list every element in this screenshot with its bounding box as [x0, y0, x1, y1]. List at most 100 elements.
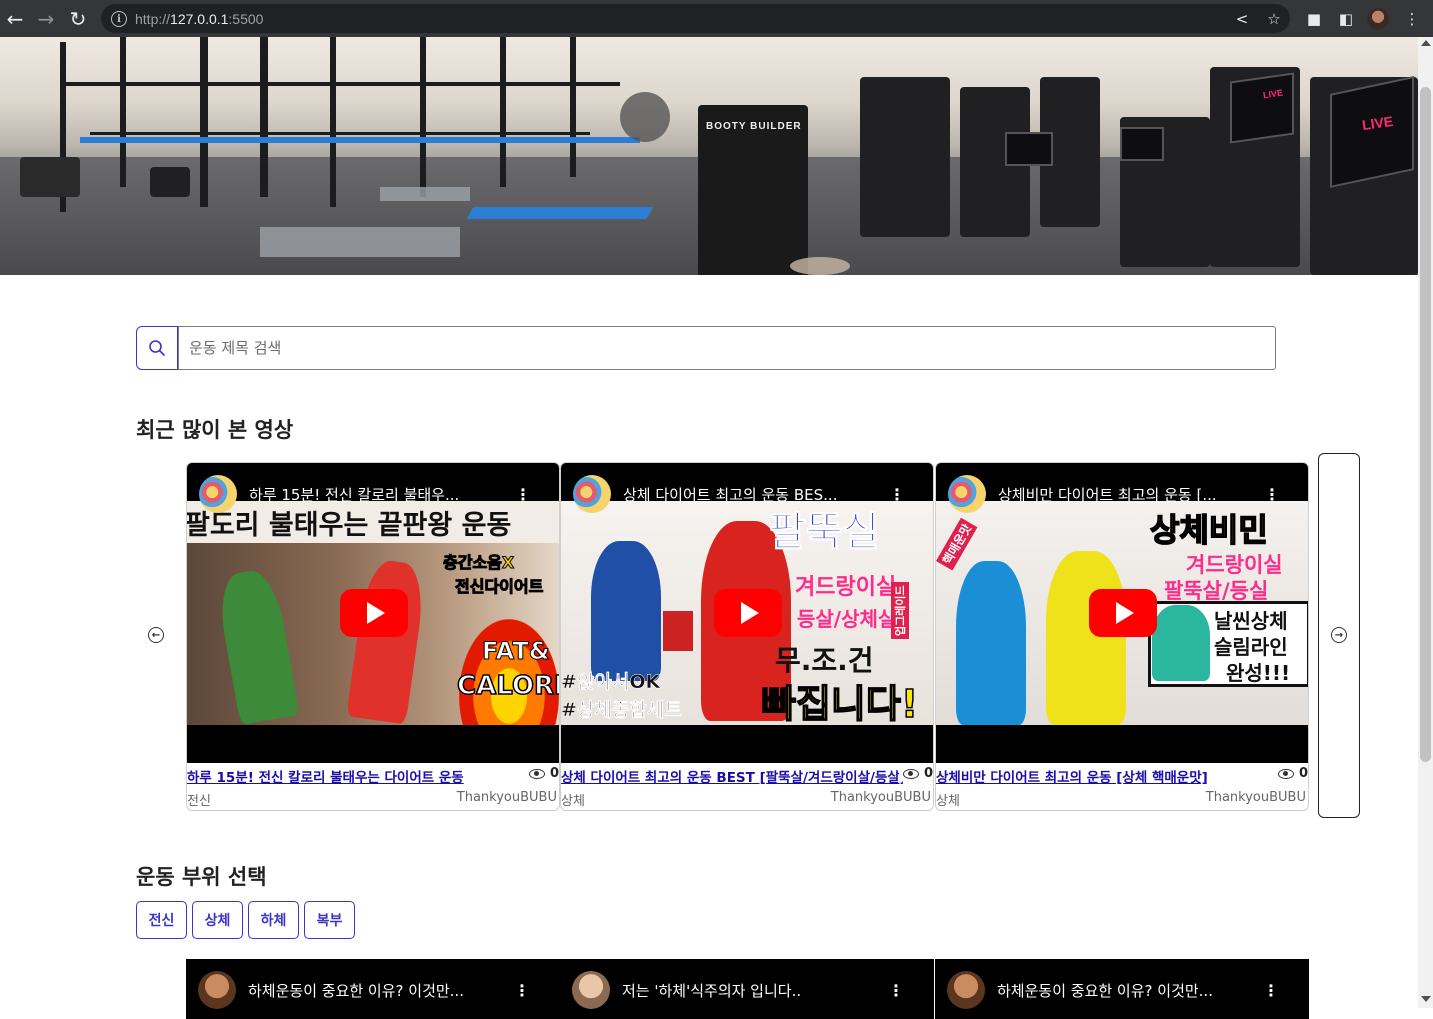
player-header: 상체비만 다이어트 최고의 운동 [... ⋮ [936, 475, 1308, 513]
video-title-link[interactable]: 하루 15분! 전신 칼로리 불태우는 다이어트 운동 [187, 766, 529, 786]
channel-avatar[interactable] [947, 971, 985, 1009]
video-card[interactable]: 하체운동이 중요한 이유? 이것만... ⋮ [935, 959, 1309, 1019]
play-button-icon[interactable] [1089, 589, 1157, 637]
address-bar[interactable]: i http://127.0.0.1:5500 [101, 4, 1290, 33]
more-options-icon[interactable]: ⋮ [889, 485, 905, 504]
view-count: 0 [524, 766, 559, 781]
address-url: http://127.0.0.1:5500 [135, 11, 263, 27]
hero-floor-mat [260, 227, 460, 257]
video-card[interactable]: 하루 15분! 전신 칼로리 불태우... ⋮ 팔도리 불태우는 끝판왕 운동 … [186, 462, 560, 811]
browser-menu-icon[interactable]: ⋮ [1396, 3, 1428, 35]
video-category: 상체 [936, 794, 960, 809]
player-title[interactable]: 저는 '하체'식주의자 입니다.. [622, 980, 872, 1001]
view-count-value: 0 [923, 766, 933, 781]
thumb-text: 핵매운맛 [936, 517, 978, 571]
view-count-value: 0 [1298, 766, 1308, 781]
more-options-icon[interactable]: ⋮ [514, 981, 530, 1000]
thumb-text: 층간소음X [442, 553, 515, 573]
channel-avatar[interactable] [199, 475, 237, 513]
extensions-icon[interactable]: ■ [1298, 3, 1330, 35]
player-header: 하체운동이 중요한 이유? 이것만... ⋮ [935, 971, 1309, 1009]
player-header: 하체운동이 중요한 이유? 이것만... ⋮ [186, 971, 560, 1009]
body-part-button-fullbody[interactable]: 전신 [136, 901, 187, 939]
channel-avatar[interactable] [198, 971, 236, 1009]
player-title[interactable]: 상체 다이어트 최고의 운동 BES... [623, 484, 873, 505]
player-header: 저는 '하체'식주의자 입니다.. ⋮ [560, 971, 934, 1009]
play-button-icon[interactable] [714, 589, 782, 637]
more-options-icon[interactable]: ⋮ [1264, 485, 1280, 504]
back-icon[interactable]: ← [0, 3, 30, 35]
section-title-popular: 최근 많이 본 영상 [136, 418, 294, 442]
url-scheme: http:// [135, 10, 171, 27]
thumb-person [956, 561, 1026, 725]
channel-avatar[interactable] [572, 971, 610, 1009]
carousel-next-icon[interactable]: → [1331, 627, 1347, 643]
hero-rack [420, 37, 426, 197]
body-part-button-abs[interactable]: 복부 [304, 901, 355, 939]
video-card[interactable]: 저는 '하체'식주의자 입니다.. ⋮ [560, 959, 934, 1019]
video-card[interactable]: 하체운동이 중요한 이유? 이것만... ⋮ [186, 959, 560, 1019]
more-options-icon[interactable]: ⋮ [888, 981, 904, 1000]
profile-avatar[interactable] [1362, 3, 1394, 35]
thumb-text: 전신다이어트 [454, 577, 544, 597]
thumb-person [1152, 605, 1210, 681]
browser-toolbar: ← → ↻ i http://127.0.0.1:5500 < ☆ ■ ◧ ⋮ [0, 0, 1433, 37]
player-title[interactable]: 하루 15분! 전신 칼로리 불태우... [249, 484, 499, 505]
play-button-icon[interactable] [340, 589, 408, 637]
youtube-player[interactable]: 상체 다이어트 최고의 운동 BES... ⋮ 팔뚝실 겨드랑이실 등살/상체실… [561, 463, 933, 763]
video-title-link[interactable]: 상체비만 다이어트 최고의 운동 [상체 핵매운맛] [936, 766, 1278, 786]
player-title[interactable]: 하체운동이 중요한 이유? 이것만... [997, 980, 1247, 1001]
thumb-text: 등살/상체실 [797, 607, 897, 631]
carousel-prev-icon[interactable]: ← [148, 627, 164, 643]
hero-floor-mat [380, 187, 470, 201]
channel-avatar[interactable] [948, 475, 986, 513]
body-part-button-lower[interactable]: 하체 [248, 901, 299, 939]
more-options-icon[interactable]: ⋮ [515, 485, 531, 504]
hero-rack-bar [60, 82, 620, 86]
hero-gym-banner: BOOTY BUILDER LIVE LIVE [0, 37, 1418, 275]
body-part-button-upper[interactable]: 상체 [192, 901, 243, 939]
video-card[interactable]: 상체 다이어트 최고의 운동 BES... ⋮ 팔뚝실 겨드랑이실 등살/상체실… [560, 462, 934, 811]
bookmark-star-icon[interactable]: ☆ [1258, 3, 1290, 35]
side-panel-icon[interactable]: ◧ [1330, 3, 1362, 35]
thumb-person [1046, 551, 1126, 725]
youtube-player[interactable]: 상체비만 다이어트 최고의 운동 [... ⋮ 핵매운맛 상체비민 겨드랑이실 … [936, 463, 1308, 763]
channel-avatar[interactable] [573, 475, 611, 513]
hero-rack [260, 37, 268, 197]
video-card[interactable]: 상체비만 다이어트 최고의 운동 [... ⋮ 핵매운맛 상체비민 겨드랑이실 … [935, 462, 1309, 811]
scroll-up-arrow-icon[interactable] [1421, 40, 1431, 46]
hero-machine [860, 77, 950, 237]
view-count: 0 [898, 766, 933, 781]
thumb-text: 겨드랑이실 [795, 575, 897, 600]
share-icon[interactable]: < [1226, 3, 1258, 35]
player-title[interactable]: 상체비만 다이어트 최고의 운동 [... [998, 484, 1248, 505]
hero-blue-stripe [80, 137, 640, 143]
hero-weight-plate [620, 92, 670, 142]
hero-console-screen [1230, 72, 1294, 144]
forward-icon[interactable]: → [30, 3, 62, 35]
view-count: 0 [1273, 766, 1308, 781]
video-channel: ThankyouBUBU [830, 790, 931, 805]
hero-console-screen [1120, 127, 1164, 161]
url-port: :5500 [228, 10, 264, 27]
hero-console-screen [1005, 132, 1053, 166]
scrollbar-thumb[interactable] [1420, 87, 1431, 762]
search-button[interactable] [136, 326, 178, 370]
eye-icon [902, 768, 919, 779]
hero-blue-stripe [466, 207, 654, 219]
reload-icon[interactable]: ↻ [62, 3, 94, 35]
site-info-icon[interactable]: i [111, 10, 127, 27]
eye-icon [1277, 768, 1294, 779]
card-info: 상체비만 다이어트 최고의 운동 [상체 핵매운맛] 0 상체 Thankyou… [936, 763, 1308, 810]
thumb-text: #앉아서OK [561, 671, 661, 694]
thumb-poster [663, 611, 693, 651]
video-title-link[interactable]: 상체 다이어트 최고의 운동 BEST [팔뚝살/겨드랑이살/등살] [561, 766, 903, 786]
player-title[interactable]: 하체운동이 중요한 이유? 이것만... [248, 980, 498, 1001]
scroll-down-arrow-icon[interactable] [1421, 996, 1431, 1002]
more-options-icon[interactable]: ⋮ [1263, 981, 1279, 1000]
thumb-text: #상체종합세트 [561, 699, 682, 722]
url-host: 127.0.0.1 [170, 10, 229, 27]
section-title-body-parts: 운동 부위 선택 [136, 865, 267, 889]
search-input[interactable] [178, 326, 1276, 370]
youtube-player[interactable]: 하루 15분! 전신 칼로리 불태우... ⋮ 팔도리 불태우는 끝판왕 운동 … [187, 463, 559, 763]
